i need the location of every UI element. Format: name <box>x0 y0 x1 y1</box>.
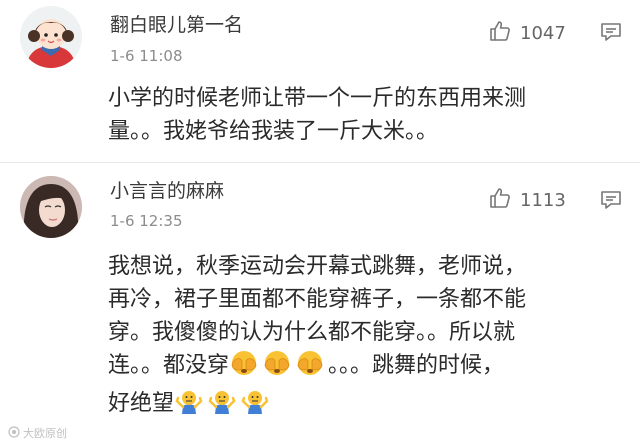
username[interactable]: 小言言的麻麻 <box>110 176 224 203</box>
comment-text: 我想说，秋季运动会开幕式跳舞，老师说， 再冷，裙子里面都不能穿裤子，一条都不能 … <box>108 250 628 425</box>
watermark-text: 大欧原创 <box>23 427 67 440</box>
thumbs-up-icon <box>488 19 512 47</box>
comment-segment: 。。。跳舞的时候， <box>328 353 505 378</box>
comment-1: 翻白眼儿第一名 1-6 11:08 1047 小学的时候老师让带一个一斤的东西用… <box>0 0 640 163</box>
face-covering-eyes-emoji <box>295 349 325 387</box>
comment-line: 小学的时候老师让带一个一斤的东西用来测 <box>108 86 527 111</box>
comment-line: 再冷，裙子里面都不能穿裤子，一条都不能 <box>108 287 527 312</box>
comment-line: 我想说，秋季运动会开幕式跳舞，老师说， <box>108 254 527 279</box>
comment-line: 穿。我傻傻的认为什么都不能穿。。所以就 <box>108 320 516 345</box>
face-covering-eyes-emoji <box>229 349 259 387</box>
timestamp: 1-6 12:35 <box>110 212 183 230</box>
avatar[interactable] <box>20 176 82 238</box>
watermark-logo-icon <box>8 425 20 441</box>
username[interactable]: 翻白眼儿第一名 <box>110 10 243 37</box>
face-covering-eyes-emoji <box>262 349 292 387</box>
comment-icon[interactable] <box>600 189 622 211</box>
like-count: 1113 <box>520 189 566 211</box>
comment-line: 好绝望 <box>108 387 628 425</box>
comment-line: 量。。我姥爷给我装了一斤大米。。 <box>108 119 439 144</box>
like-button[interactable]: 1047 <box>488 19 566 47</box>
comment-text: 小学的时候老师让带一个一斤的东西用来测 量。。我姥爷给我装了一斤大米。。 <box>108 82 628 148</box>
like-count: 1047 <box>520 22 566 44</box>
comment-icon[interactable] <box>600 21 622 43</box>
shrug-emoji <box>240 387 270 425</box>
watermark: 大欧原创 <box>8 425 67 441</box>
avatar[interactable] <box>20 6 82 68</box>
comment-line: 连。。都没穿 。。。跳舞的时候， <box>108 349 628 387</box>
shrug-emoji <box>174 387 204 425</box>
comment-segment: 好绝望 <box>108 391 175 416</box>
thumbs-up-icon <box>488 186 512 214</box>
shrug-emoji <box>207 387 237 425</box>
like-button[interactable]: 1113 <box>488 186 566 214</box>
comment-segment: 连。。都没穿 <box>108 353 230 378</box>
timestamp: 1-6 11:08 <box>110 47 183 65</box>
